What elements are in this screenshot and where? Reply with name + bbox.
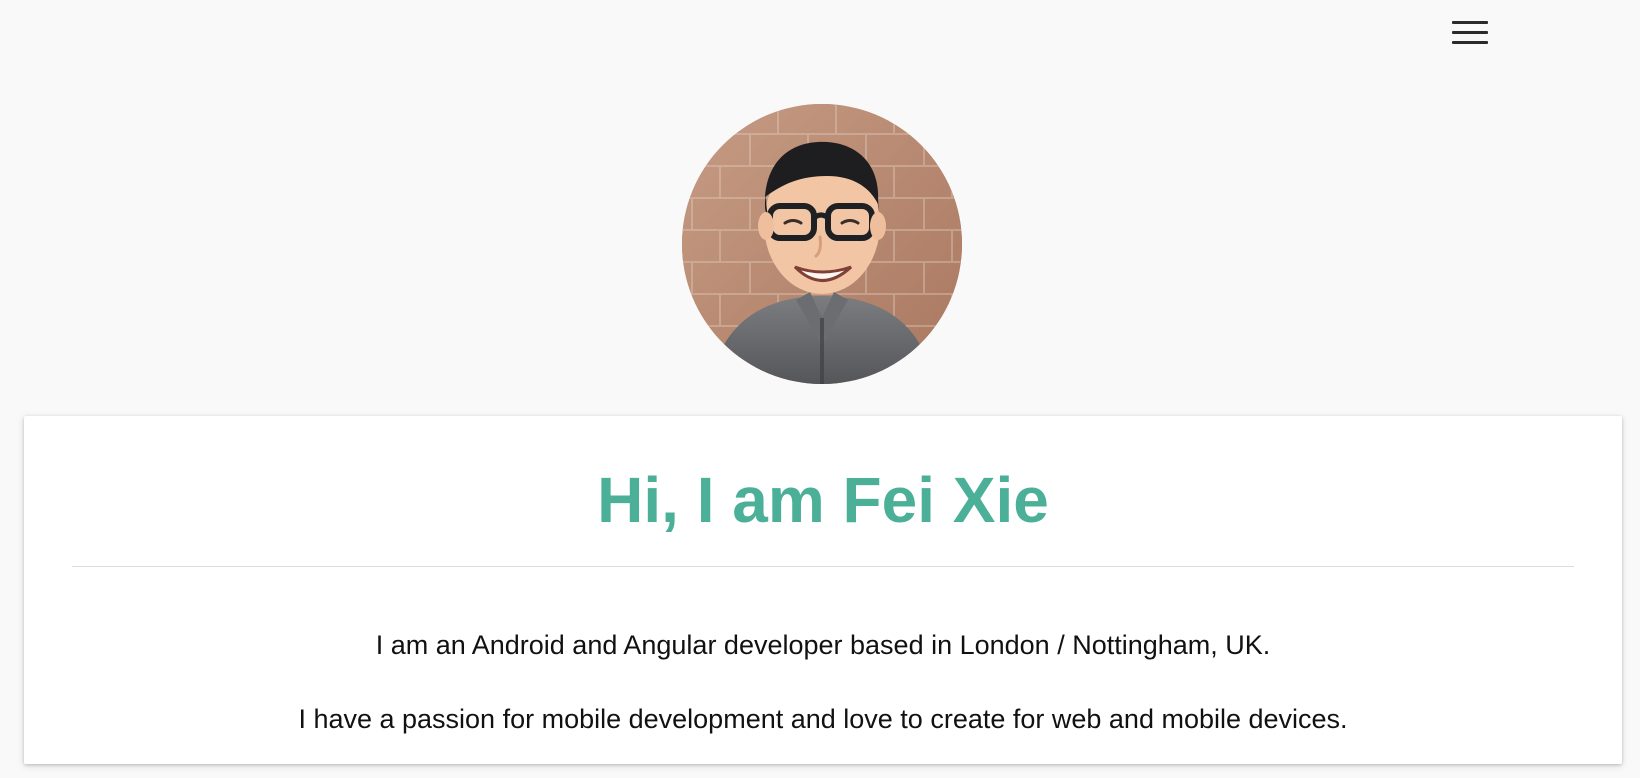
hamburger-menu-icon <box>1452 21 1488 45</box>
hamburger-line <box>1452 31 1488 34</box>
intro-paragraph-1: I am an Android and Angular developer ba… <box>375 630 1271 660</box>
hamburger-line <box>1452 41 1488 44</box>
hamburger-line <box>1452 21 1488 24</box>
avatar-image <box>682 104 962 384</box>
page-title: Hi, I am Fei Xie <box>597 464 1049 536</box>
page: Hi, I am Fei Xie I am an Android and Ang… <box>0 0 1640 778</box>
intro-card: Hi, I am Fei Xie I am an Android and Ang… <box>24 416 1622 764</box>
menu-button[interactable] <box>1448 14 1492 52</box>
divider <box>72 566 1574 567</box>
avatar <box>682 104 962 384</box>
intro-paragraph-2: I have a passion for mobile development … <box>298 704 1348 734</box>
